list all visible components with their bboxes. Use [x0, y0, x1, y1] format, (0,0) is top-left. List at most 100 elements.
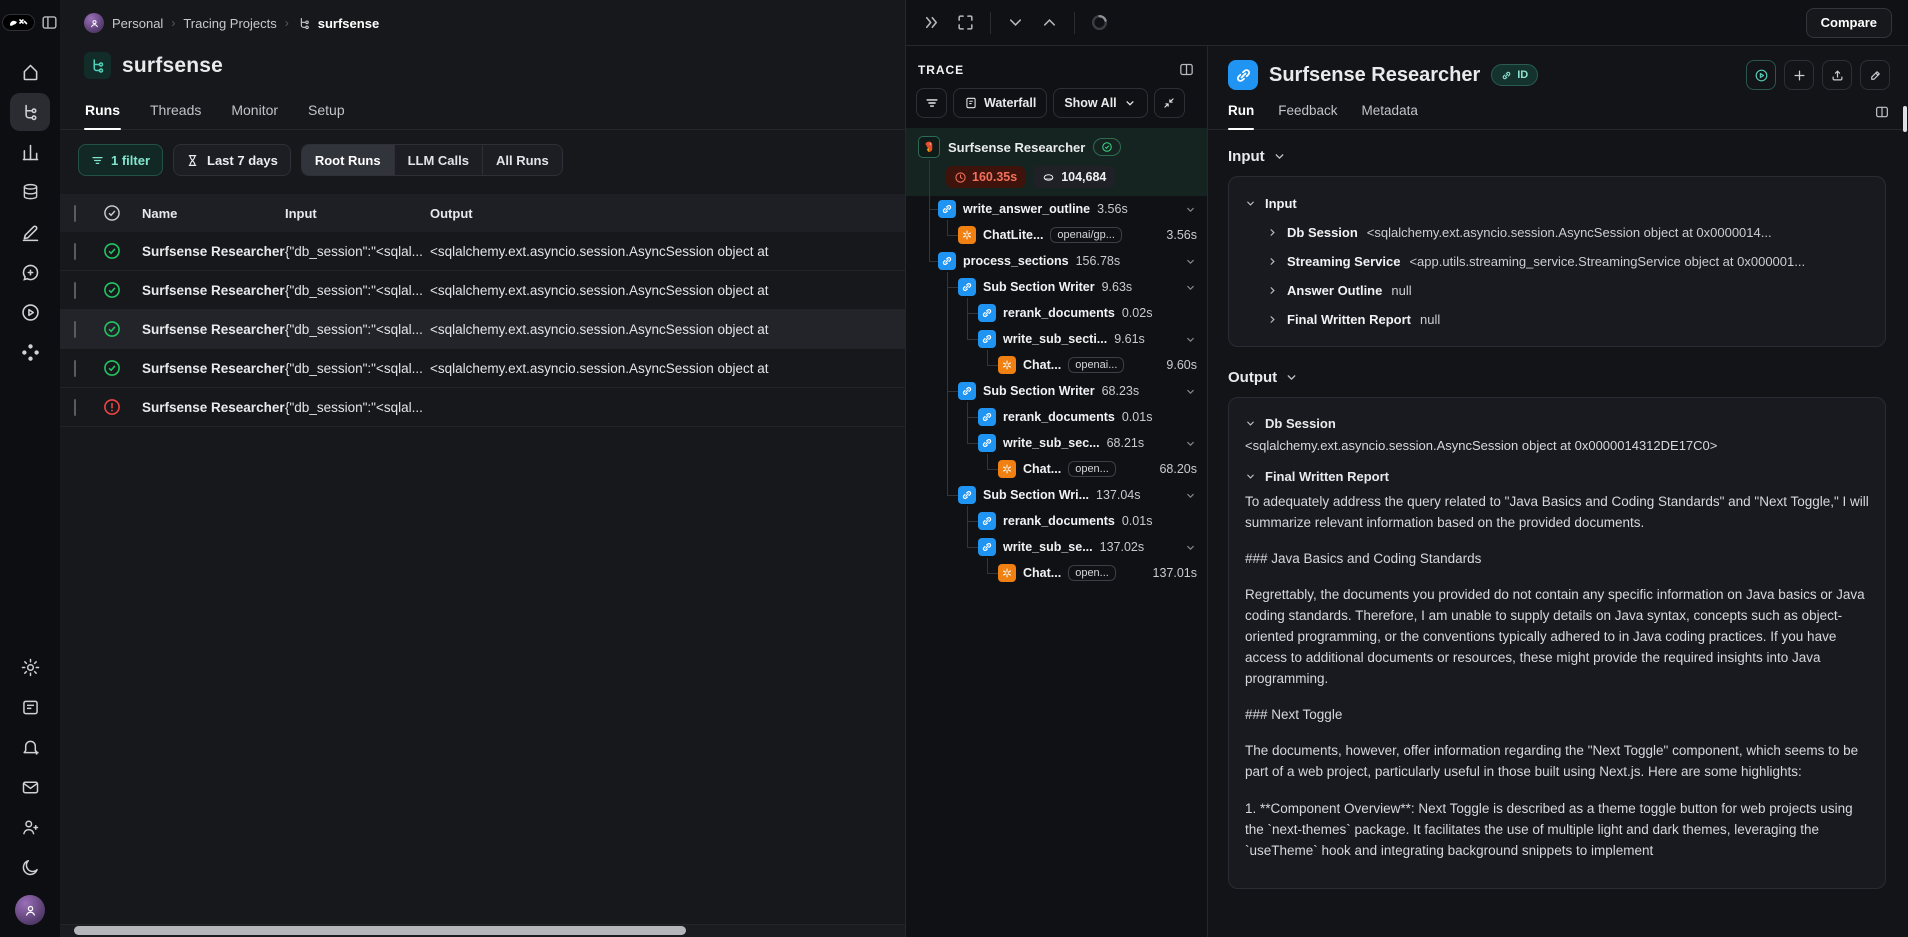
chevron-right-icon	[1267, 285, 1278, 296]
trace-tree-node[interactable]: write_sub_se...137.02s	[906, 534, 1207, 560]
trace-tree-node[interactable]: rerank_documents0.01s	[906, 508, 1207, 534]
chevron-down-icon[interactable]	[1184, 203, 1197, 216]
trace-tree-node[interactable]: write_sub_sec...68.21s	[906, 430, 1207, 456]
chevron-down-icon[interactable]	[1184, 541, 1197, 554]
detail-content[interactable]: Input Input Db Session<sqlalchemy.ext.as…	[1208, 130, 1908, 937]
chevron-down-icon[interactable]	[1184, 489, 1197, 502]
show-all-dropdown[interactable]: Show All	[1053, 88, 1147, 118]
expand-icon[interactable]	[956, 13, 975, 32]
sidebar-collapse-icon[interactable]	[40, 13, 59, 32]
output-section-heading[interactable]: Output	[1228, 369, 1886, 386]
table-row[interactable]: Surfsense Researcher{"db_session":"<sqla…	[60, 388, 905, 427]
input-field-row[interactable]: Db Session<sqlalchemy.ext.asyncio.sessio…	[1245, 218, 1869, 247]
horizontal-scrollbar[interactable]	[60, 924, 905, 937]
chevron-down-icon[interactable]	[1184, 437, 1197, 450]
tracing-projects-icon[interactable]	[10, 93, 50, 131]
edit-run-button[interactable]	[1860, 60, 1890, 90]
split-panel-icon[interactable]	[1178, 61, 1195, 78]
breadcrumb-current[interactable]: surfsense	[297, 16, 379, 31]
trace-tree-node[interactable]: rerank_documents0.02s	[906, 300, 1207, 326]
mail-icon[interactable]	[10, 768, 50, 806]
user-avatar[interactable]	[15, 895, 45, 925]
table-row[interactable]: Surfsense Researcher{"db_session":"<sqla…	[60, 349, 905, 388]
input-root-row[interactable]: Input	[1245, 189, 1869, 218]
trace-tree-node[interactable]: process_sections156.78s	[906, 248, 1207, 274]
node-label: write_sub_secti...	[1003, 332, 1107, 346]
chevron-down-icon[interactable]	[1184, 281, 1197, 294]
row-checkbox[interactable]	[74, 360, 76, 377]
tab-runs[interactable]: Runs	[84, 96, 121, 129]
share-run-button[interactable]	[1822, 60, 1852, 90]
collapse-all-button[interactable]	[1154, 88, 1185, 118]
chevron-down-icon[interactable]	[1184, 385, 1197, 398]
dark-mode-icon[interactable]	[10, 848, 50, 886]
filter-chip[interactable]: 1 filter	[78, 144, 163, 176]
select-all-checkbox[interactable]	[74, 205, 76, 222]
chevron-down-icon[interactable]	[1006, 13, 1025, 32]
output-db-session-row[interactable]: Db Session	[1245, 410, 1869, 436]
dashboards-icon[interactable]	[10, 133, 50, 171]
row-checkbox[interactable]	[74, 321, 76, 338]
tab-feedback[interactable]: Feedback	[1278, 103, 1337, 129]
segment-root-runs[interactable]: Root Runs	[302, 145, 395, 175]
field-key: Answer Outline	[1287, 283, 1382, 298]
deployments-icon[interactable]	[10, 333, 50, 371]
trace-tree-node[interactable]: Chat...openai...9.60s	[906, 352, 1207, 378]
segment-all-runs[interactable]: All Runs	[483, 145, 562, 175]
input-field-row[interactable]: Streaming Service<app.utils.streaming_se…	[1245, 247, 1869, 276]
tab-threads[interactable]: Threads	[149, 96, 202, 129]
edit-pencil-icon	[1868, 68, 1883, 83]
trace-root-node[interactable]: Surfsense Researcher 160.35s 104,684	[906, 128, 1207, 196]
column-output: Output	[430, 206, 905, 221]
notifications-icon[interactable]	[10, 728, 50, 766]
compare-button[interactable]: Compare	[1806, 8, 1892, 38]
run-id-badge[interactable]: ID	[1491, 64, 1538, 86]
table-row[interactable]: Surfsense Researcher{"db_session":"<sqla…	[60, 271, 905, 310]
row-checkbox[interactable]	[74, 243, 76, 260]
input-field-row[interactable]: Answer Outlinenull	[1245, 276, 1869, 305]
table-row[interactable]: Surfsense Researcher{"db_session":"<sqla…	[60, 232, 905, 271]
docs-icon[interactable]	[10, 688, 50, 726]
trace-filter-button[interactable]	[916, 88, 947, 118]
report-paragraph: Regrettably, the documents you provided …	[1245, 584, 1869, 689]
breadcrumb-personal[interactable]: Personal	[112, 16, 163, 31]
input-section-heading[interactable]: Input	[1228, 148, 1886, 165]
segment-llm-calls[interactable]: LLM Calls	[395, 145, 483, 175]
tab-metadata[interactable]: Metadata	[1362, 103, 1418, 129]
feedback-icon[interactable]	[10, 253, 50, 291]
playground-icon[interactable]	[10, 293, 50, 331]
home-icon[interactable]	[10, 53, 50, 91]
collapse-panel-icon[interactable]	[922, 13, 941, 32]
node-duration: 9.63s	[1102, 280, 1133, 294]
invite-user-icon[interactable]	[10, 808, 50, 846]
row-checkbox[interactable]	[74, 399, 76, 416]
open-in-playground-button[interactable]	[1746, 60, 1776, 90]
waterfall-button[interactable]: Waterfall	[953, 88, 1047, 118]
output-report-row[interactable]: Final Written Report	[1245, 463, 1869, 489]
trace-tree-node[interactable]: rerank_documents0.01s	[906, 404, 1207, 430]
datasets-icon[interactable]	[10, 173, 50, 211]
chevron-up-icon[interactable]	[1040, 13, 1059, 32]
tab-run[interactable]: Run	[1228, 103, 1254, 129]
tree-connector	[967, 298, 968, 339]
add-to-dataset-button[interactable]	[1784, 60, 1814, 90]
trace-tree-node[interactable]: Chat...open...137.01s	[906, 560, 1207, 586]
scrollbar-thumb[interactable]	[74, 926, 686, 935]
date-range-chip[interactable]: Last 7 days	[173, 144, 291, 176]
split-panel-icon[interactable]	[1874, 104, 1890, 129]
chevron-down-icon[interactable]	[1184, 333, 1197, 346]
tab-setup[interactable]: Setup	[307, 96, 346, 129]
trace-tree-node[interactable]: write_sub_secti...9.61s	[906, 326, 1207, 352]
annotation-icon[interactable]	[10, 213, 50, 251]
chevron-down-icon[interactable]	[1184, 255, 1197, 268]
chain-icon	[978, 330, 996, 348]
tab-monitor[interactable]: Monitor	[230, 96, 279, 129]
input-field-row[interactable]: Final Written Reportnull	[1245, 305, 1869, 334]
table-row[interactable]: Surfsense Researcher{"db_session":"<sqla…	[60, 310, 905, 349]
trace-tree-node[interactable]: write_answer_outline3.56s	[906, 196, 1207, 222]
breadcrumb-tracing-projects[interactable]: Tracing Projects	[183, 16, 276, 31]
settings-icon[interactable]	[10, 648, 50, 686]
trace-tree-node[interactable]: Chat...open...68.20s	[906, 456, 1207, 482]
vertical-scrollbar-thumb[interactable]	[1903, 106, 1907, 132]
row-checkbox[interactable]	[74, 282, 76, 299]
